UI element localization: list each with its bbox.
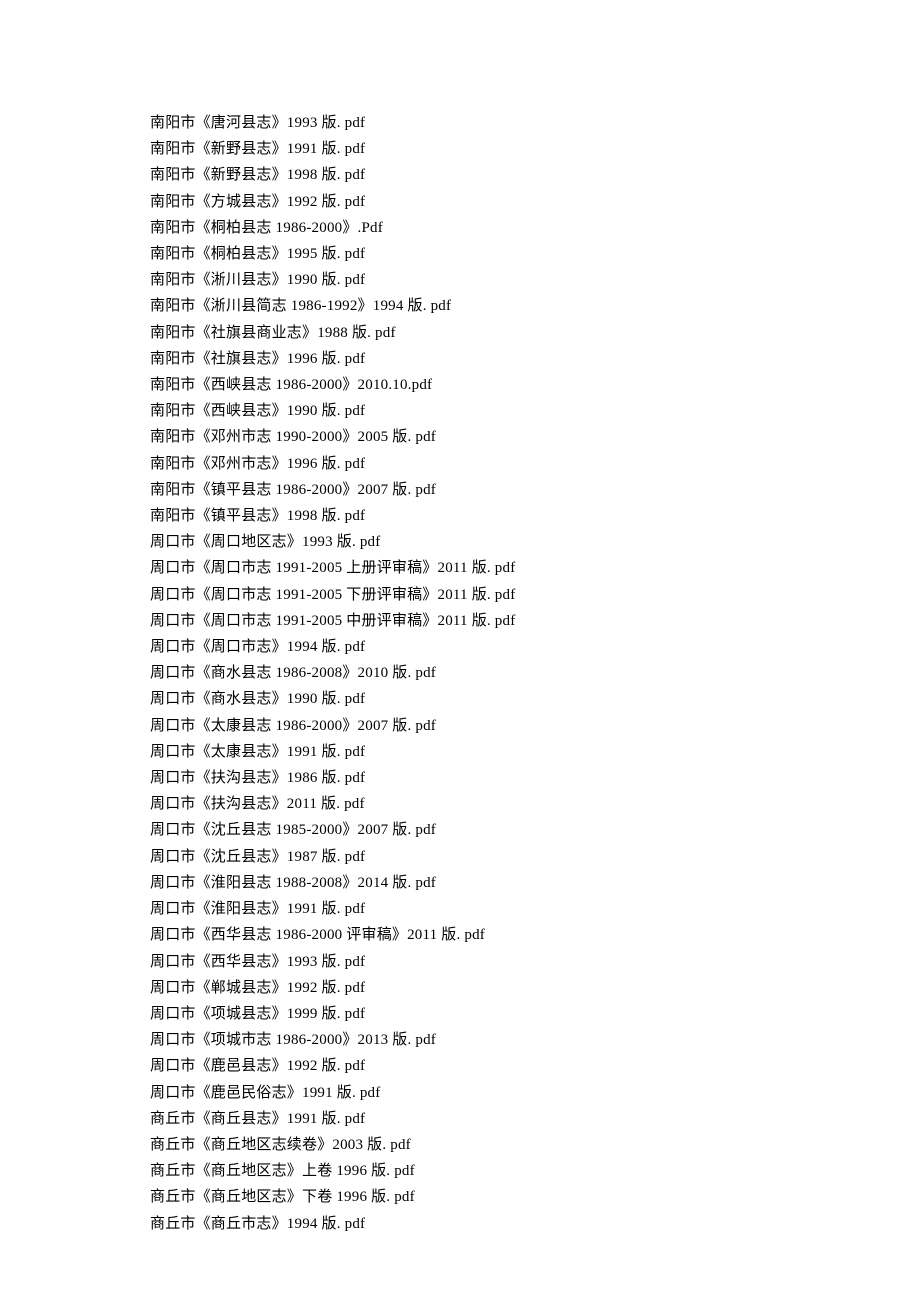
list-item: 周口市《太康县志》1991 版. pdf (150, 739, 920, 765)
list-item: 周口市《周口市志 1991-2005 中册评审稿》2011 版. pdf (150, 608, 920, 634)
list-item: 周口市《淮阳县志 1988-2008》2014 版. pdf (150, 870, 920, 896)
list-item: 南阳市《淅川县简志 1986-1992》1994 版. pdf (150, 293, 920, 319)
list-item: 周口市《周口市志 1991-2005 上册评审稿》2011 版. pdf (150, 555, 920, 581)
list-item: 商丘市《商丘地区志续卷》2003 版. pdf (150, 1132, 920, 1158)
list-item: 南阳市《镇平县志》1998 版. pdf (150, 503, 920, 529)
list-item: 周口市《西华县志》1993 版. pdf (150, 949, 920, 975)
list-item: 南阳市《方城县志》1992 版. pdf (150, 189, 920, 215)
list-item: 周口市《郸城县志》1992 版. pdf (150, 975, 920, 1001)
list-item: 南阳市《西峡县志 1986-2000》2010.10.pdf (150, 372, 920, 398)
list-item: 南阳市《唐河县志》1993 版. pdf (150, 110, 920, 136)
list-item: 商丘市《商丘地区志》下卷 1996 版. pdf (150, 1184, 920, 1210)
list-item: 周口市《周口市志 1991-2005 下册评审稿》2011 版. pdf (150, 582, 920, 608)
list-item: 南阳市《桐柏县志》1995 版. pdf (150, 241, 920, 267)
list-item: 周口市《太康县志 1986-2000》2007 版. pdf (150, 713, 920, 739)
list-item: 周口市《扶沟县志》1986 版. pdf (150, 765, 920, 791)
list-item: 周口市《项城市志 1986-2000》2013 版. pdf (150, 1027, 920, 1053)
list-item: 周口市《商水县志 1986-2008》2010 版. pdf (150, 660, 920, 686)
list-item: 南阳市《邓州市志》1996 版. pdf (150, 451, 920, 477)
list-item: 南阳市《镇平县志 1986-2000》2007 版. pdf (150, 477, 920, 503)
list-item: 周口市《西华县志 1986-2000 评审稿》2011 版. pdf (150, 922, 920, 948)
list-item: 周口市《沈丘县志》1987 版. pdf (150, 844, 920, 870)
list-item: 南阳市《新野县志》1998 版. pdf (150, 162, 920, 188)
list-item: 南阳市《邓州市志 1990-2000》2005 版. pdf (150, 424, 920, 450)
list-item: 商丘市《商丘县志》1991 版. pdf (150, 1106, 920, 1132)
list-item: 周口市《周口地区志》1993 版. pdf (150, 529, 920, 555)
list-item: 商丘市《商丘市志》1994 版. pdf (150, 1211, 920, 1237)
list-item: 商丘市《商丘地区志》上卷 1996 版. pdf (150, 1158, 920, 1184)
document-page: 南阳市《唐河县志》1993 版. pdf 南阳市《新野县志》1991 版. pd… (0, 0, 920, 1301)
list-item: 周口市《鹿邑县志》1992 版. pdf (150, 1053, 920, 1079)
list-item: 周口市《项城县志》1999 版. pdf (150, 1001, 920, 1027)
list-item: 南阳市《社旗县志》1996 版. pdf (150, 346, 920, 372)
list-item: 南阳市《社旗县商业志》1988 版. pdf (150, 320, 920, 346)
list-item: 南阳市《桐柏县志 1986-2000》.Pdf (150, 215, 920, 241)
list-item: 南阳市《淅川县志》1990 版. pdf (150, 267, 920, 293)
list-item: 周口市《鹿邑民俗志》1991 版. pdf (150, 1080, 920, 1106)
list-item: 周口市《扶沟县志》2011 版. pdf (150, 791, 920, 817)
list-item: 南阳市《新野县志》1991 版. pdf (150, 136, 920, 162)
list-item: 周口市《商水县志》1990 版. pdf (150, 686, 920, 712)
list-item: 周口市《沈丘县志 1985-2000》2007 版. pdf (150, 817, 920, 843)
list-item: 南阳市《西峡县志》1990 版. pdf (150, 398, 920, 424)
list-item: 周口市《淮阳县志》1991 版. pdf (150, 896, 920, 922)
list-item: 周口市《周口市志》1994 版. pdf (150, 634, 920, 660)
